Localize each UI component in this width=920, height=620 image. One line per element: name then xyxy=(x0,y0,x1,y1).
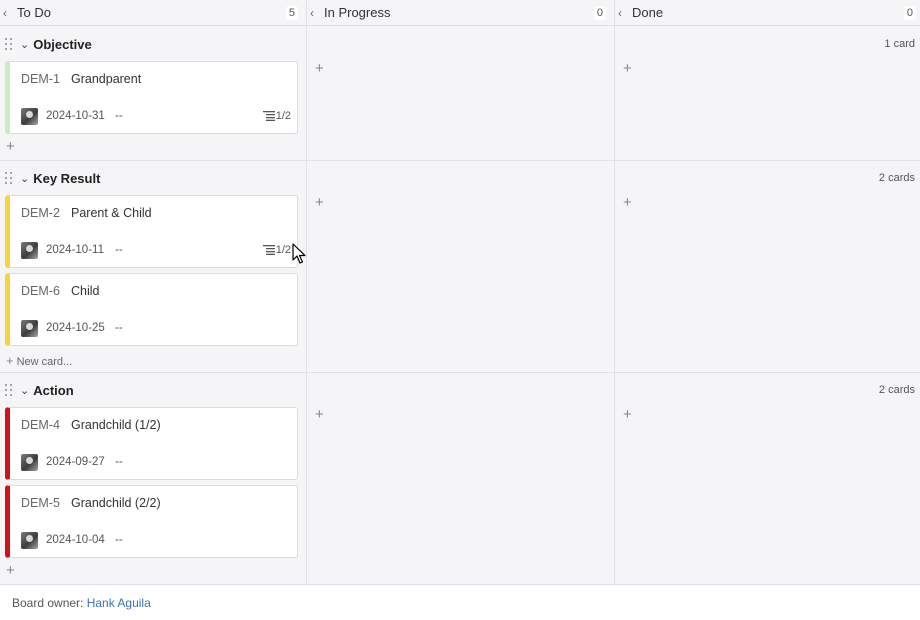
kanban-board: ‹ To Do 5 ‹ In Progress 0 ‹ Done 0 ⌄ Obj… xyxy=(0,0,920,585)
column-header-in-progress[interactable]: ‹ In Progress 0 xyxy=(307,0,614,26)
swimlane-header-objective[interactable]: ⌄ Objective 1 card xyxy=(0,27,920,61)
swimlane-count: 2 cards xyxy=(878,384,915,396)
column-header-todo[interactable]: ‹ To Do 5 xyxy=(0,0,306,26)
subtask-indicator: 1/2 xyxy=(262,244,291,256)
column-count: 5 xyxy=(285,5,298,20)
column-count: 0 xyxy=(593,5,606,20)
card-title: Grandchild (1/2) xyxy=(71,418,161,432)
swimlane-count: 1 card xyxy=(884,38,915,50)
card-due-date: 2024-10-25 xyxy=(46,322,105,334)
card-dem-4[interactable]: DEM-4 Grandchild (1/2) 2024-09-27 -- xyxy=(5,407,298,480)
chevron-down-icon[interactable]: ⌄ xyxy=(20,38,29,51)
chevron-left-icon[interactable]: ‹ xyxy=(310,6,320,20)
add-card-icon[interactable]: + xyxy=(315,407,324,422)
card-dem-1[interactable]: DEM-1 Grandparent 2024-10-31 -- 1/2 xyxy=(5,61,298,134)
add-card-icon[interactable]: + xyxy=(623,195,632,210)
board-bottom-border xyxy=(0,584,920,585)
subtask-icon xyxy=(262,111,275,121)
card-dem-6[interactable]: DEM-6 Child 2024-10-25 -- xyxy=(5,273,298,346)
drag-handle-icon[interactable] xyxy=(5,38,13,50)
swimlane-title: Objective xyxy=(33,36,92,52)
card-title: Child xyxy=(71,284,100,298)
add-card-icon[interactable]: + xyxy=(315,195,324,210)
card-dem-2[interactable]: DEM-2 Parent & Child 2024-10-11 -- 1/2 xyxy=(5,195,298,268)
subtask-indicator: 1/2 xyxy=(262,110,291,122)
card-title: Parent & Child xyxy=(71,206,152,220)
card-placeholder: -- xyxy=(115,110,123,122)
swimlane-header-action[interactable]: ⌄ Action 2 cards xyxy=(0,373,920,407)
card-key: DEM-5 xyxy=(21,496,60,510)
card-key: DEM-2 xyxy=(21,206,60,220)
drag-handle-icon[interactable] xyxy=(5,172,13,184)
column-title: To Do xyxy=(17,5,51,20)
avatar xyxy=(21,454,38,471)
board-owner-link[interactable]: Hank Aguila xyxy=(87,596,151,610)
subtask-icon xyxy=(262,245,275,255)
add-card-icon[interactable]: + xyxy=(6,139,15,154)
avatar xyxy=(21,108,38,125)
card-title: Grandchild (2/2) xyxy=(71,496,161,510)
card-title: Grandparent xyxy=(71,72,142,86)
card-key: DEM-6 xyxy=(21,284,60,298)
swimlane-title: Action xyxy=(33,382,74,398)
chevron-down-icon[interactable]: ⌄ xyxy=(20,384,29,397)
new-card-button[interactable]: + New card... xyxy=(6,353,72,368)
column-divider xyxy=(614,0,615,585)
column-title: In Progress xyxy=(324,5,391,20)
mouse-cursor-icon xyxy=(292,243,306,264)
card-key: DEM-4 xyxy=(21,418,60,432)
column-title: Done xyxy=(632,5,664,20)
card-placeholder: -- xyxy=(115,534,123,546)
avatar xyxy=(21,320,38,337)
drag-handle-icon[interactable] xyxy=(5,384,13,396)
chevron-left-icon[interactable]: ‹ xyxy=(3,6,13,20)
board-footer: Board owner: Hank Aguila xyxy=(12,596,151,610)
column-divider xyxy=(306,0,307,585)
column-count: 0 xyxy=(903,5,916,20)
chevron-down-icon[interactable]: ⌄ xyxy=(20,172,29,185)
add-card-icon[interactable]: + xyxy=(315,61,324,76)
subtask-count: 1/2 xyxy=(275,244,291,256)
board-owner-label: Board owner: xyxy=(12,596,84,610)
card-placeholder: -- xyxy=(115,322,123,334)
plus-icon: + xyxy=(6,353,14,368)
card-due-date: 2024-10-31 xyxy=(46,110,105,122)
avatar xyxy=(21,532,38,549)
swimlane-header-key-result[interactable]: ⌄ Key Result 2 cards xyxy=(0,161,920,195)
subtask-count: 1/2 xyxy=(275,110,291,122)
card-key: DEM-1 xyxy=(21,72,60,86)
add-card-icon[interactable]: + xyxy=(623,61,632,76)
card-placeholder: -- xyxy=(115,244,123,256)
card-placeholder: -- xyxy=(115,456,123,468)
card-dem-5[interactable]: DEM-5 Grandchild (2/2) 2024-10-04 -- xyxy=(5,485,298,558)
card-due-date: 2024-10-11 xyxy=(46,244,104,256)
swimlane-title: Key Result xyxy=(33,170,101,186)
column-header-done[interactable]: ‹ Done 0 xyxy=(615,0,920,26)
avatar xyxy=(21,242,38,259)
card-due-date: 2024-10-04 xyxy=(46,534,105,546)
swimlane-count: 2 cards xyxy=(878,172,915,184)
add-card-icon[interactable]: + xyxy=(6,563,15,578)
chevron-left-icon[interactable]: ‹ xyxy=(618,6,628,20)
add-card-icon[interactable]: + xyxy=(623,407,632,422)
card-due-date: 2024-09-27 xyxy=(46,456,105,468)
new-card-label: New card... xyxy=(16,356,73,368)
